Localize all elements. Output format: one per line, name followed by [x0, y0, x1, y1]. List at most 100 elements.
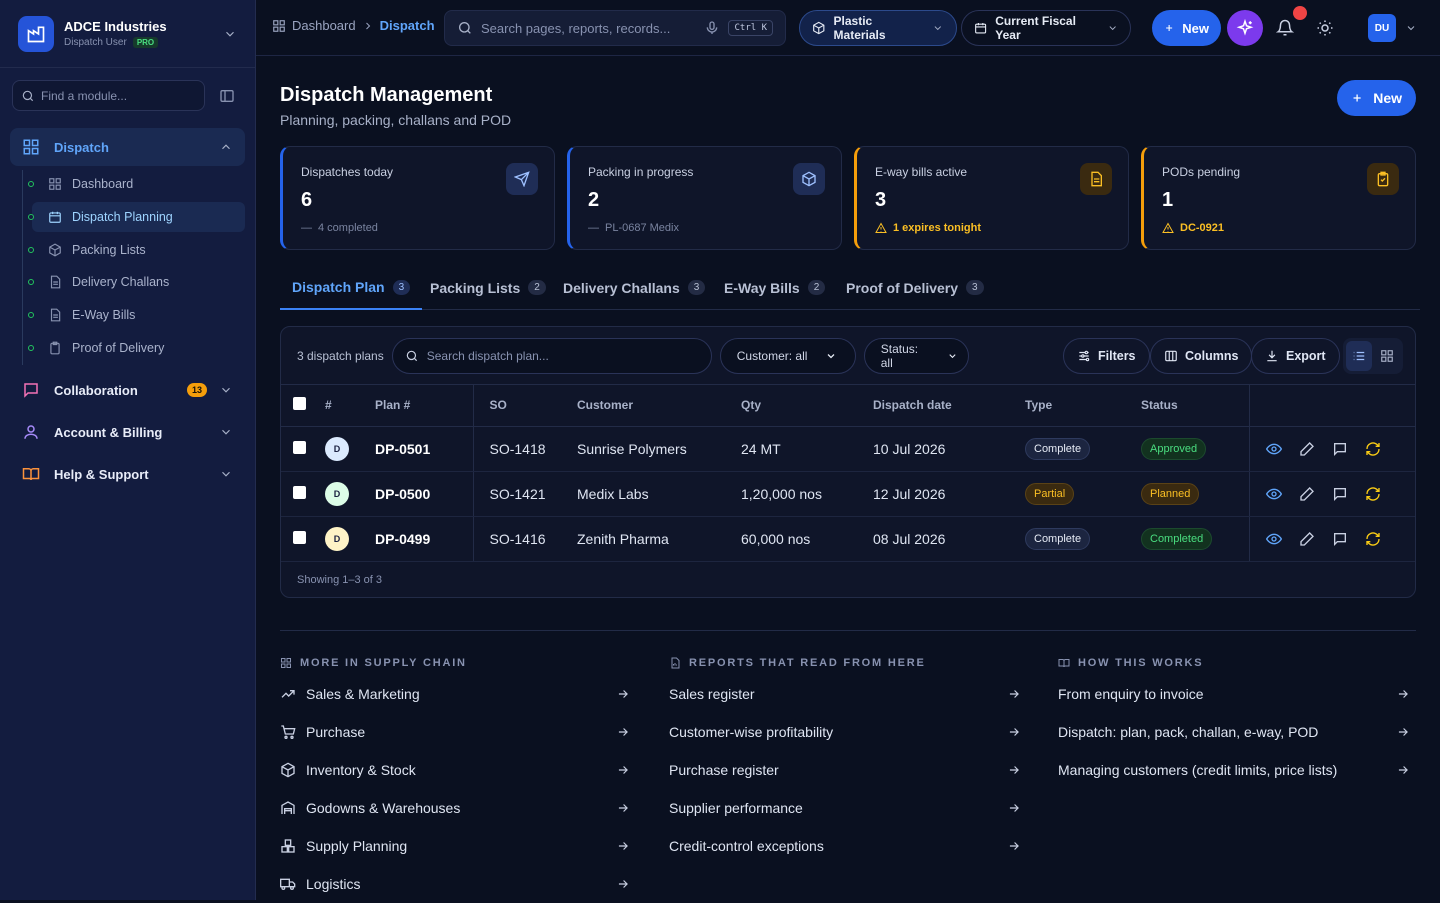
- theme-toggle-button[interactable]: [1311, 14, 1339, 42]
- user-avatar[interactable]: DU: [1368, 14, 1396, 42]
- sidebar-item-eway-bills[interactable]: E-Way Bills: [28, 300, 245, 330]
- edit-icon[interactable]: [1299, 441, 1315, 457]
- columns-button[interactable]: Columns: [1150, 338, 1253, 374]
- link-item[interactable]: Sales register: [669, 675, 1025, 713]
- stat-card-pods-pending[interactable]: PODs pending 1 DC-0921: [1141, 146, 1416, 250]
- table-row[interactable]: D DP-0499 SO-1416 Zenith Pharma 60,000 n…: [281, 516, 1415, 562]
- tab-eway-bills[interactable]: E-Way Bills 2: [724, 266, 826, 309]
- global-search-input[interactable]: [481, 20, 697, 36]
- table-row[interactable]: D DP-0501 SO-1418 Sunrise Polymers 24 MT…: [281, 426, 1415, 472]
- tab-packing-lists[interactable]: Packing Lists 2: [430, 266, 546, 309]
- table-search-input[interactable]: [426, 348, 699, 363]
- division-selector[interactable]: Plastic Materials: [799, 10, 957, 46]
- column-header-dispatch-date[interactable]: Dispatch date: [873, 385, 1025, 427]
- link-item[interactable]: Customer-wise profitability: [669, 713, 1025, 751]
- refresh-icon[interactable]: [1365, 486, 1381, 502]
- user-menu-toggle[interactable]: [1402, 18, 1420, 38]
- table-search[interactable]: [391, 337, 712, 374]
- filters-button[interactable]: Filters: [1063, 338, 1150, 374]
- tab-delivery-challans[interactable]: Delivery Challans 3: [563, 266, 706, 309]
- microphone-icon[interactable]: [704, 20, 720, 36]
- arrow-right-icon: [616, 801, 630, 815]
- stat-card-eway-bills-active[interactable]: E-way bills active 3 1 expires tonight: [854, 146, 1129, 250]
- link-sales-marketing[interactable]: Sales & Marketing: [280, 675, 636, 713]
- link-item[interactable]: Dispatch: plan, pack, challan, e-way, PO…: [1058, 713, 1414, 751]
- comment-icon[interactable]: [1332, 441, 1348, 457]
- stat-card-dispatches-today[interactable]: Dispatches today 6 — 4 completed: [280, 146, 555, 250]
- column-header-so[interactable]: SO: [473, 385, 577, 427]
- sidebar-item-packing-lists[interactable]: Packing Lists: [28, 235, 245, 265]
- module-search-input[interactable]: [41, 88, 191, 103]
- view-icon[interactable]: [1265, 441, 1282, 457]
- top-new-button[interactable]: New: [1152, 10, 1221, 46]
- tab-proof-of-delivery[interactable]: Proof of Delivery 3: [846, 266, 984, 309]
- row-checkbox[interactable]: [293, 440, 306, 454]
- collapse-sidebar-button[interactable]: [216, 85, 238, 107]
- sidebar-toggle-icon: [220, 90, 234, 102]
- row-checkbox[interactable]: [293, 485, 306, 499]
- period-selector[interactable]: Current Fiscal Year: [961, 10, 1131, 46]
- select-all-checkbox[interactable]: [293, 397, 306, 411]
- nav-group-account-billing[interactable]: Account & Billing: [10, 413, 245, 451]
- chevron-down-icon: [222, 387, 230, 393]
- column-header-type[interactable]: Type: [1025, 385, 1141, 427]
- export-button[interactable]: Export: [1251, 338, 1340, 374]
- page-new-button[interactable]: New: [1337, 80, 1416, 116]
- sidebar-item-dispatch-planning[interactable]: Dispatch Planning: [28, 202, 245, 232]
- cell-plan[interactable]: DP-0501: [375, 426, 474, 472]
- section-heading: MORE IN SUPPLY CHAIN: [300, 657, 467, 669]
- column-header-status[interactable]: Status: [1141, 385, 1250, 427]
- stat-card-packing-in-progress[interactable]: Packing in progress 2 — PL-0687 Medix: [567, 146, 842, 250]
- link-item[interactable]: Credit-control exceptions: [669, 827, 1025, 865]
- module-search[interactable]: [12, 80, 205, 111]
- sidebar-item-delivery-challans[interactable]: Delivery Challans: [28, 267, 245, 297]
- stat-title: Dispatches today: [301, 165, 394, 179]
- cell-plan[interactable]: DP-0500: [375, 471, 474, 517]
- link-item[interactable]: Purchase register: [669, 751, 1025, 789]
- ai-assistant-button[interactable]: [1227, 10, 1263, 46]
- grid-view-button[interactable]: [1374, 341, 1400, 371]
- table-row[interactable]: D DP-0500 SO-1421 Medix Labs 1,20,000 no…: [281, 471, 1415, 517]
- org-switcher[interactable]: ADCE Industries Dispatch User PRO: [0, 0, 255, 68]
- box-icon: [793, 163, 825, 195]
- notifications-button[interactable]: [1271, 6, 1307, 42]
- document-icon: [50, 308, 61, 322]
- column-header-customer[interactable]: Customer: [577, 385, 741, 427]
- link-supply-planning[interactable]: Supply Planning: [280, 827, 636, 865]
- column-header-plan[interactable]: Plan #: [375, 385, 474, 427]
- comment-icon[interactable]: [1332, 531, 1348, 547]
- view-icon[interactable]: [1265, 531, 1282, 547]
- sidebar-item-label: Proof of Delivery: [72, 341, 165, 355]
- breadcrumb-dashboard[interactable]: Dashboard: [292, 18, 356, 33]
- status-filter[interactable]: Status: all: [863, 337, 969, 374]
- dash-icon: —: [588, 222, 599, 234]
- nav-group-label: Collaboration: [54, 382, 138, 398]
- link-inventory-stock[interactable]: Inventory & Stock: [280, 751, 636, 789]
- refresh-icon[interactable]: [1365, 441, 1381, 457]
- row-checkbox[interactable]: [293, 530, 306, 544]
- tab-dispatch-plan[interactable]: Dispatch Plan 3: [280, 266, 423, 310]
- nav-group-dispatch[interactable]: Dispatch: [10, 128, 245, 166]
- customer-filter[interactable]: Customer: all: [719, 337, 856, 374]
- column-header-qty[interactable]: Qty: [741, 385, 873, 427]
- cell-plan[interactable]: DP-0499: [375, 516, 474, 562]
- link-item[interactable]: Supplier performance: [669, 789, 1025, 827]
- link-purchase[interactable]: Purchase: [280, 713, 636, 751]
- view-icon[interactable]: [1265, 486, 1282, 502]
- sidebar-item-dashboard[interactable]: Dashboard: [28, 169, 245, 199]
- link-godowns-warehouses[interactable]: Godowns & Warehouses: [280, 789, 636, 827]
- link-item[interactable]: Managing customers (credit limits, price…: [1058, 751, 1414, 789]
- new-button-label: New: [1373, 90, 1402, 106]
- global-search[interactable]: Ctrl K: [444, 10, 786, 46]
- list-view-button[interactable]: [1346, 341, 1372, 371]
- nav-group-help-support[interactable]: Help & Support: [10, 455, 245, 493]
- edit-icon[interactable]: [1299, 486, 1315, 502]
- refresh-icon[interactable]: [1365, 531, 1381, 547]
- edit-icon[interactable]: [1299, 531, 1315, 547]
- comment-icon[interactable]: [1332, 486, 1348, 502]
- link-logistics[interactable]: Logistics: [280, 865, 636, 903]
- nav-group-collaboration[interactable]: Collaboration 13: [10, 371, 245, 409]
- link-item[interactable]: From enquiry to invoice: [1058, 675, 1414, 713]
- tab-count: 2: [528, 280, 546, 295]
- sidebar-item-proof-of-delivery[interactable]: Proof of Delivery: [28, 333, 245, 363]
